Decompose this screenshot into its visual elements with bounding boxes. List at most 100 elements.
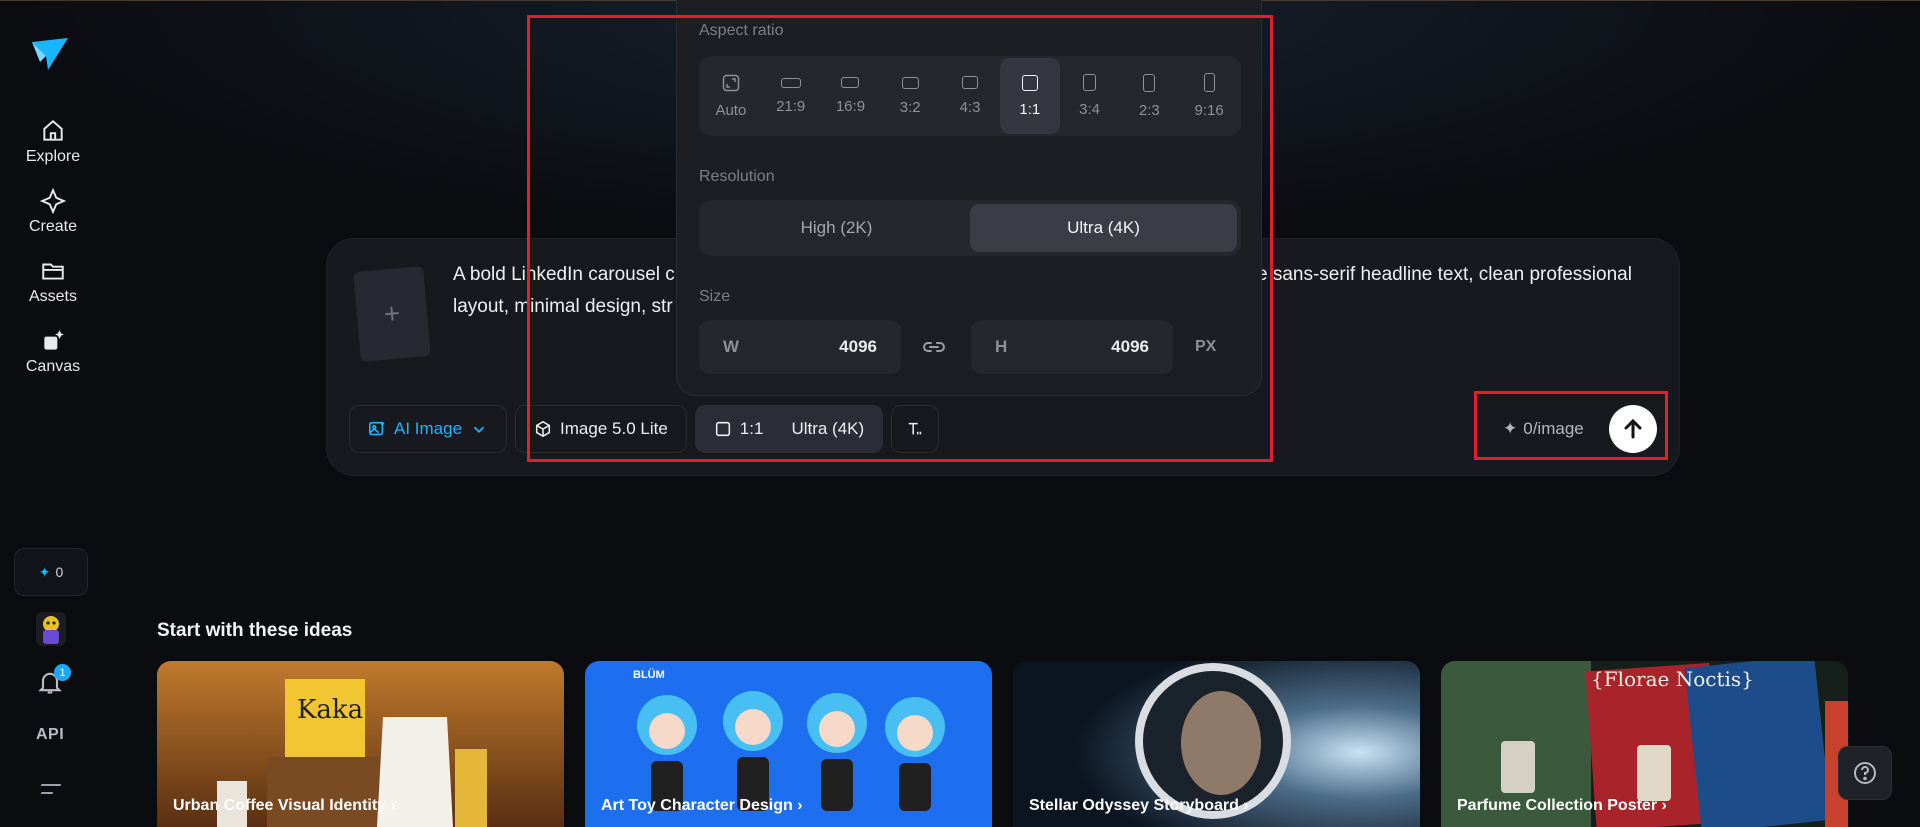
ratio-3-2[interactable]: 3:2 [880, 58, 940, 134]
ratio-shape-icon [962, 76, 979, 89]
submit-button[interactable] [1609, 405, 1657, 453]
ratio-shape-icon [780, 77, 801, 88]
height-field[interactable]: H 4096 [971, 320, 1173, 374]
aspect-ratio-label: Aspect ratio [699, 22, 784, 39]
upload-reference-button[interactable]: + [353, 266, 431, 362]
width-field[interactable]: W 4096 [699, 320, 901, 374]
link-icon[interactable] [921, 336, 947, 358]
api-link[interactable]: API [36, 726, 64, 744]
nav-assets[interactable]: Assets [14, 258, 92, 316]
idea-caption: Stellar Odyssey Storyboard › [1029, 797, 1249, 814]
ratio-resolution-popover: Aspect ratio Auto 21:9 16:9 3:2 4:3 1:1 … [676, 0, 1262, 396]
ratio-2-3[interactable]: 2:3 [1119, 58, 1179, 134]
sidebar: Explore Create Assets Canvas ✦ 0 1 API [0, 0, 104, 827]
idea-brand-blum: BLÜM [633, 669, 665, 681]
width-value: 4096 [839, 337, 877, 356]
credit-count: 0 [55, 564, 64, 580]
cube-icon [535, 420, 551, 438]
resolution-high[interactable]: High (2K) [703, 204, 970, 252]
nav-canvas[interactable]: Canvas [14, 328, 92, 386]
credit-star-icon: ✦ [38, 563, 51, 580]
ratio-16-9-label: 16:9 [835, 98, 866, 115]
ratio-4-3-label: 4:3 [959, 99, 981, 116]
ratio-4-3[interactable]: 4:3 [940, 58, 1000, 134]
ratio-shape-icon [1143, 73, 1156, 92]
ratio-shape-icon [901, 76, 919, 89]
cost-star-icon: ✦ [1503, 419, 1518, 438]
help-button[interactable] [1838, 746, 1892, 800]
image-icon [368, 421, 385, 436]
ratio-16-9[interactable]: 16:9 [821, 58, 881, 134]
ratio-shape-icon [1083, 74, 1097, 91]
cost-indicator: ✦ 0/image [1503, 409, 1584, 449]
unit-label: PX [1195, 338, 1217, 355]
ratio-value: 1:1 [739, 419, 764, 438]
model-selector[interactable]: Image 5.0 Lite [515, 405, 687, 453]
canvas-icon [44, 330, 64, 350]
home-icon [43, 119, 63, 141]
height-key: H [995, 337, 1008, 356]
text-format-icon [908, 422, 922, 435]
cost-label: 0/image [1523, 419, 1584, 438]
plus-icon: + [382, 297, 402, 330]
resolution-ultra[interactable]: Ultra (4K) [970, 204, 1237, 252]
arrow-up-icon [1624, 418, 1642, 439]
ratio-shape-icon [1203, 73, 1215, 92]
prompt-line-1-tail: e sans-serif headline text, clean profes… [1257, 264, 1632, 285]
idea-card-arttoy[interactable]: BLÜM Art Toy Character Design › [585, 661, 992, 827]
logo-icon[interactable] [30, 36, 70, 72]
ideas-title: Start with these ideas [157, 620, 353, 641]
idea-card-parfume[interactable]: {Florae Noctis} Parfume Collection Poste… [1441, 661, 1848, 827]
idea-card-stellar[interactable]: Stellar Odyssey Storyboard › [1013, 661, 1420, 827]
ratio-auto[interactable]: Auto [701, 58, 761, 134]
ratio-3-2-label: 3:2 [899, 98, 921, 116]
idea-caption: Art Toy Character Design › [601, 797, 803, 814]
idea-caption: Urban Coffee Visual Identity › [173, 797, 396, 814]
nav-create-label: Create [28, 218, 78, 235]
nav-explore-label: Explore [25, 148, 81, 165]
nav-create[interactable]: Create [14, 188, 92, 246]
ratio-2-3-label: 2:3 [1138, 101, 1160, 119]
sparkle-icon [40, 188, 66, 214]
nav-assets-label: Assets [28, 288, 77, 305]
nav-explore[interactable]: Explore [14, 118, 92, 176]
mode-label: AI Image [394, 419, 463, 438]
ratio-resolution-button[interactable]: 1:1 Ultra (4K) [694, 405, 884, 453]
ratio-3-4-label: 3:4 [1079, 101, 1100, 118]
ratio-shape-icon [1021, 74, 1038, 91]
idea-brand-kaka: Kaka [297, 695, 364, 725]
auto-ratio-icon [722, 74, 740, 91]
size-label: Size [699, 288, 731, 305]
width-key: W [723, 337, 740, 356]
idea-caption: Parfume Collection Poster › [1457, 797, 1667, 814]
notification-badge: 1 [54, 664, 71, 681]
ratio-21-9[interactable]: 21:9 [761, 58, 821, 134]
ratio-shape-icon [841, 77, 860, 88]
resolution-label: Resolution [699, 168, 775, 185]
mode-dropdown[interactable]: AI Image [349, 405, 508, 453]
ratio-3-4[interactable]: 3:4 [1060, 58, 1120, 134]
resolution-value: Ultra (4K) [791, 419, 865, 438]
help-icon [1854, 762, 1876, 784]
resolution-options: High (2K) Ultra (4K) [699, 200, 1241, 256]
avatar[interactable] [36, 612, 66, 646]
text-style-button[interactable] [891, 405, 940, 453]
chevron-down-icon [473, 426, 485, 433]
nav-canvas-label: Canvas [25, 358, 81, 375]
ratio-1-1[interactable]: 1:1 [999, 58, 1060, 134]
aspect-ratio-options: Auto 21:9 16:9 3:2 4:3 1:1 3:4 2:3 9:16 [699, 56, 1241, 136]
menu-icon[interactable] [40, 780, 62, 798]
folder-icon [42, 263, 64, 280]
ratio-21-9-label: 21:9 [776, 97, 806, 115]
ratio-9-16[interactable]: 9:16 [1179, 58, 1239, 134]
prompt-toolbar: AI Image Image 5.0 Lite 1:1 Ultra (4K) [349, 405, 940, 453]
credit-balance[interactable]: ✦ 0 [14, 548, 88, 596]
ratio-1-1-label: 1:1 [1019, 100, 1041, 118]
height-value: 4096 [1111, 337, 1149, 356]
idea-card-coffee[interactable]: Kaka Urban Coffee Visual Identity › [157, 661, 564, 827]
ratio-auto-label: Auto [715, 101, 747, 119]
idea-brand-florae: {Florae Noctis} [1591, 667, 1754, 691]
model-label: Image 5.0 Lite [560, 419, 668, 438]
square-icon [715, 421, 730, 437]
ratio-9-16-label: 9:16 [1194, 102, 1224, 119]
